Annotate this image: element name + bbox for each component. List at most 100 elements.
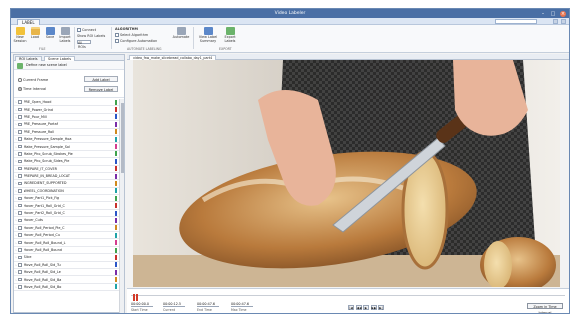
label-color-swatch[interactable] [115, 158, 117, 164]
label-checkbox[interactable] [18, 137, 22, 141]
list-item[interactable]: › Hover_Part1_Pick_Fig [14, 195, 120, 203]
connect-checkbox[interactable]: Connect [77, 28, 96, 32]
add-label-icon[interactable] [17, 62, 23, 69]
radio-time-interval-dot[interactable] [18, 87, 22, 91]
label-color-swatch[interactable] [115, 232, 117, 238]
roi-dropdown[interactable]: All ROIs [77, 40, 91, 49]
start-time-value[interactable]: 00:00:00.0 [131, 302, 153, 307]
list-item[interactable]: › PRE_Open_Hood [14, 99, 120, 107]
list-item[interactable]: › Make_Pho_Scrub_Sides_Pie [14, 158, 120, 166]
label-checkbox[interactable] [18, 218, 22, 223]
zoom-time-interval-button[interactable]: Zoom in Time Interval [527, 303, 563, 313]
label-checkbox[interactable] [18, 255, 22, 260]
video-frame[interactable] [133, 60, 560, 287]
list-item[interactable]: › Move_Roll_Roll_Sid_Le [14, 269, 120, 277]
label-checkbox[interactable] [18, 122, 22, 127]
label-color-swatch[interactable] [115, 173, 117, 179]
view-label-summary-button[interactable]: View Label Summary [197, 27, 219, 44]
maximize-icon[interactable]: □ [550, 11, 556, 17]
label-checkbox[interactable] [18, 189, 22, 193]
label-checkbox[interactable] [18, 166, 22, 171]
label-color-swatch[interactable] [115, 188, 117, 194]
list-item[interactable]: › INGREDIENT_SUPPORTED [14, 180, 120, 188]
label-checkbox[interactable] [18, 100, 22, 104]
list-item[interactable]: › Hover_Part2_Roll_Grid_C [14, 210, 120, 218]
connect-checkbox-box[interactable] [77, 28, 81, 32]
label-color-swatch[interactable] [115, 269, 117, 275]
interval-start-marker[interactable] [133, 294, 135, 301]
list-item[interactable]: › PRE_Power_Grind [14, 106, 120, 114]
label-list-scrollbar[interactable] [119, 99, 124, 313]
import-labels-button[interactable]: Import Labels [58, 27, 72, 44]
label-color-swatch[interactable] [115, 151, 117, 157]
list-item[interactable]: › Hover_Cuts [14, 217, 120, 225]
label-checkbox[interactable] [18, 130, 22, 134]
label-color-swatch[interactable] [115, 247, 117, 253]
current-time-value[interactable]: 00:00:12.5 [163, 302, 185, 307]
interval-end-marker[interactable] [136, 294, 138, 301]
add-label-button[interactable]: Add Label [84, 76, 118, 82]
label-color-swatch[interactable] [115, 99, 117, 105]
label-color-swatch[interactable] [115, 262, 117, 268]
label-checkbox[interactable] [18, 144, 22, 149]
list-item[interactable]: › PRE_Pour_Mill [14, 114, 120, 122]
export-labels-button[interactable]: Export Labels [221, 27, 239, 44]
radio-current-frame-dot[interactable] [18, 78, 22, 82]
close-icon[interactable]: × [560, 10, 566, 17]
timeline-ruler[interactable] [131, 291, 565, 296]
label-checkbox[interactable] [18, 270, 22, 274]
list-item[interactable]: › Hover_Roll_Period_Pie_C [14, 225, 120, 233]
label-color-swatch[interactable] [115, 114, 117, 120]
next-frame-button[interactable]: ▶▶ [370, 305, 377, 310]
jump-to-end-button[interactable]: ▶| [378, 305, 384, 310]
current-time-field[interactable]: 00:00:12.5 Current [163, 302, 185, 312]
load-button[interactable]: Load [28, 27, 42, 40]
list-item[interactable]: › Make_Pho_Scrub_Strokes_Pie [14, 151, 120, 159]
list-item[interactable]: › PREPARE_IN_BREAD_LOCAT [14, 173, 120, 181]
list-item[interactable]: › PREPARE_IT_COVER [14, 166, 120, 173]
label-checkbox[interactable] [18, 152, 22, 156]
label-checkbox[interactable] [18, 159, 22, 164]
new-session-button[interactable]: New Session [13, 27, 27, 44]
label-color-swatch[interactable] [115, 225, 117, 231]
roi-dropdown-field[interactable]: All ROIs [77, 40, 91, 49]
end-time-field[interactable]: 00:00:47.6 End Time [197, 302, 219, 312]
list-item[interactable]: › Hover_Roll_Roll_Bound_L [14, 239, 120, 247]
label-color-swatch[interactable] [115, 203, 117, 209]
label-color-swatch[interactable] [115, 210, 117, 216]
list-item[interactable]: › Slice [14, 254, 120, 262]
list-item[interactable]: › Hover_Roll_Period_Cu [14, 232, 120, 240]
label-color-swatch[interactable] [115, 277, 117, 283]
label-checkbox[interactable] [18, 107, 22, 112]
label-color-swatch[interactable] [115, 144, 117, 150]
label-color-swatch[interactable] [115, 240, 117, 246]
list-item[interactable]: › Move_Roll_Roll_Sid_Bo [14, 284, 120, 292]
label-color-swatch[interactable] [115, 129, 117, 135]
list-item[interactable]: › WHEEL_COORDINATION [14, 188, 120, 196]
label-checkbox[interactable] [18, 226, 22, 230]
label-color-swatch[interactable] [115, 254, 117, 260]
jump-to-start-button[interactable]: |◀ [348, 305, 354, 310]
label-checkbox[interactable] [18, 203, 22, 208]
label-checkbox[interactable] [18, 174, 22, 178]
select-algorithm-item[interactable]: Select Algorithm [115, 33, 148, 37]
label-color-swatch[interactable] [115, 180, 117, 186]
ribbon-search-input[interactable] [495, 19, 537, 24]
options-icon[interactable] [561, 19, 566, 24]
play-button[interactable]: ▶ [363, 305, 369, 310]
label-checkbox[interactable] [18, 285, 22, 289]
end-time-value[interactable]: 00:00:47.6 [197, 302, 219, 307]
help-icon[interactable] [553, 19, 558, 24]
label-color-swatch[interactable] [115, 136, 117, 142]
label-checkbox[interactable] [18, 248, 22, 252]
list-item[interactable]: › Move_Roll_Roll_Sid_Tu [14, 262, 120, 269]
list-item[interactable]: › Hover_Roll_Roll_Bound [14, 247, 120, 255]
scrollbar-thumb[interactable] [121, 103, 124, 173]
save-button[interactable]: Save [43, 27, 57, 40]
radio-time-interval[interactable]: Time Interval [18, 87, 46, 91]
automate-button[interactable]: Automate [171, 27, 191, 40]
label-color-swatch[interactable] [115, 284, 117, 290]
list-item[interactable]: › Make_Pressure_Sample_Hoa [14, 136, 120, 144]
label-checkbox[interactable] [18, 181, 22, 186]
label-color-swatch[interactable] [115, 107, 117, 113]
